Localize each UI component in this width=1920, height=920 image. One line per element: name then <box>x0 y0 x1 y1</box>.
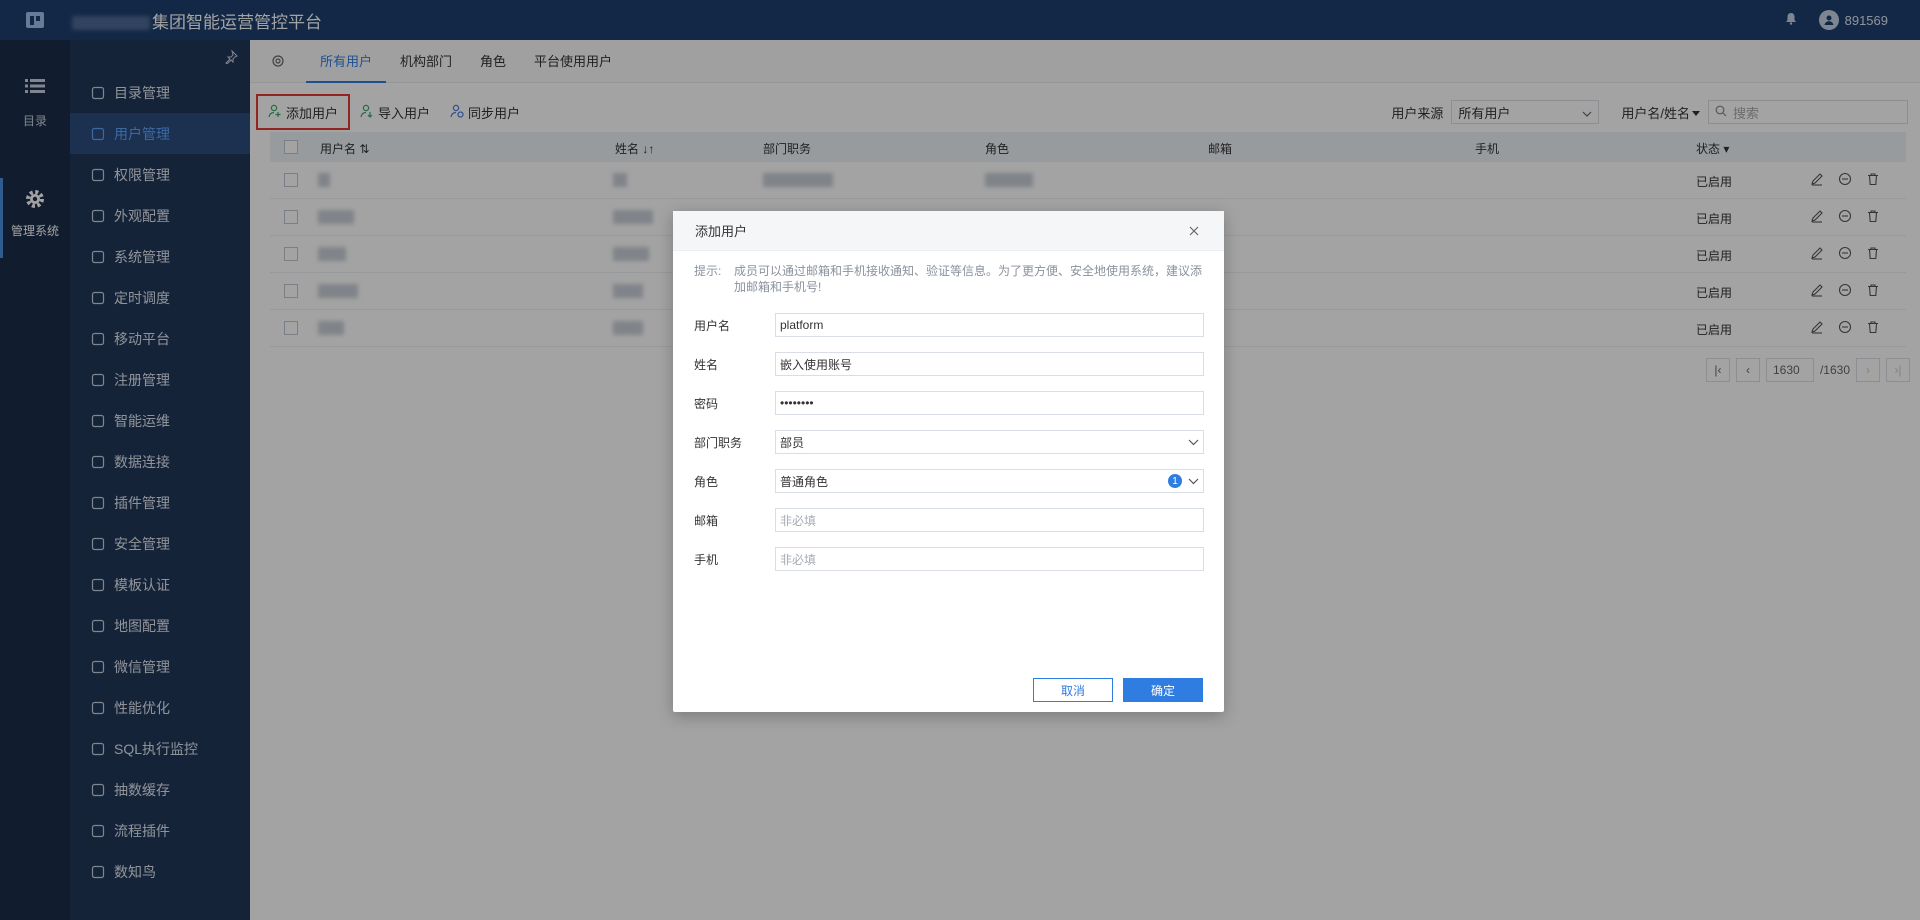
role-select[interactable]: 普通角色 1 <box>775 469 1204 493</box>
role-value: 普通角色 <box>780 474 829 489</box>
dialog-title: 添加用户 <box>695 224 748 239</box>
realname-label: 姓名 <box>694 357 719 372</box>
chevron-down-icon <box>1188 474 1199 488</box>
hint-label: 提示: <box>694 264 722 278</box>
dialog-header: 添加用户 <box>673 211 1224 251</box>
close-icon[interactable] <box>1186 223 1202 239</box>
email-row: 邮箱 非必填 <box>694 508 1204 532</box>
password-label: 密码 <box>694 396 719 411</box>
email-label: 邮箱 <box>694 513 719 528</box>
dialog-hint: 提示: 成员可以通过邮箱和手机接收通知、验证等信息。为了更方便、安全地使用系统，… <box>694 263 1204 295</box>
email-field[interactable]: 非必填 <box>775 508 1204 532</box>
phone-label: 手机 <box>694 552 719 567</box>
realname-field[interactable]: 嵌入使用账号 <box>775 352 1204 376</box>
username-label: 用户名 <box>694 318 731 333</box>
chevron-down-icon <box>1188 435 1199 449</box>
cancel-button[interactable]: 取消 <box>1033 678 1113 702</box>
phone-row: 手机 非必填 <box>694 547 1204 571</box>
username-row: 用户名 platform <box>694 313 1204 337</box>
password-field[interactable]: •••••••• <box>775 391 1204 415</box>
username-field[interactable]: platform <box>775 313 1204 337</box>
role-label: 角色 <box>694 474 719 489</box>
phone-field[interactable]: 非必填 <box>775 547 1204 571</box>
role-count-badge: 1 <box>1168 474 1182 488</box>
dialog-footer: 取消 确定 <box>1033 678 1203 702</box>
realname-row: 姓名 嵌入使用账号 <box>694 352 1204 376</box>
department-value: 部员 <box>780 435 805 450</box>
role-row: 角色 普通角色 1 <box>694 469 1204 493</box>
department-select[interactable]: 部员 <box>775 430 1204 454</box>
department-row: 部门职务 部员 <box>694 430 1204 454</box>
hint-text: 成员可以通过邮箱和手机接收通知、验证等信息。为了更方便、安全地使用系统，建议添加… <box>734 264 1203 294</box>
add-user-dialog: 添加用户 提示: 成员可以通过邮箱和手机接收通知、验证等信息。为了更方便、安全地… <box>673 211 1224 712</box>
confirm-button[interactable]: 确定 <box>1123 678 1203 702</box>
department-label: 部门职务 <box>694 435 743 450</box>
password-row: 密码 •••••••• <box>694 391 1204 415</box>
